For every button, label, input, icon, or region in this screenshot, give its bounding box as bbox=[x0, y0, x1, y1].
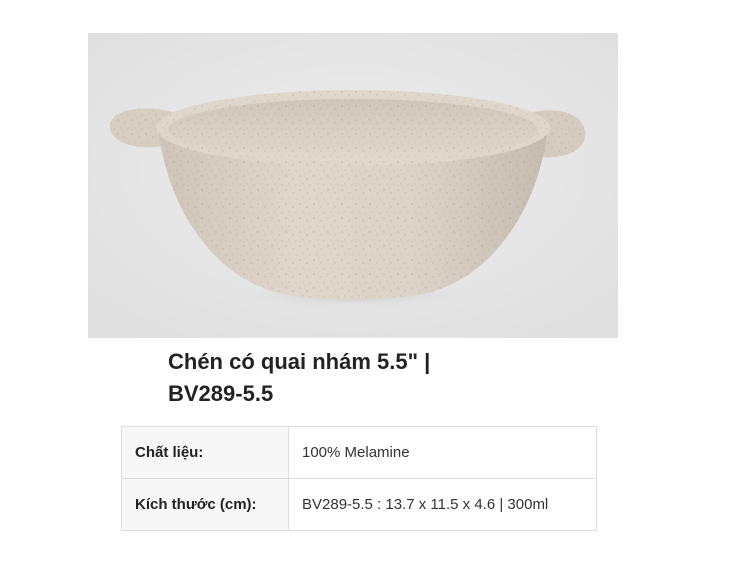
spec-table: Chất liệu: 100% Melamine Kích thước (cm)… bbox=[121, 426, 597, 531]
spec-row-material: Chất liệu: 100% Melamine bbox=[121, 426, 597, 479]
product-title: Chén có quai nhám 5.5" | BV289-5.5 bbox=[168, 346, 568, 410]
spec-value-dimensions: BV289-5.5 : 13.7 x 11.5 x 4.6 | 300ml bbox=[288, 478, 597, 531]
spec-row-dimensions: Kích thước (cm): BV289-5.5 : 13.7 x 11.5… bbox=[121, 478, 597, 531]
spec-value-material: 100% Melamine bbox=[288, 426, 597, 479]
spec-label-material: Chất liệu: bbox=[121, 426, 289, 479]
product-title-line1: Chén có quai nhám 5.5" | bbox=[168, 349, 431, 374]
spec-label-dimensions: Kích thước (cm): bbox=[121, 478, 289, 531]
product-title-line2: BV289-5.5 bbox=[168, 381, 274, 406]
product-image bbox=[88, 33, 618, 338]
bowl-illustration bbox=[88, 33, 618, 338]
